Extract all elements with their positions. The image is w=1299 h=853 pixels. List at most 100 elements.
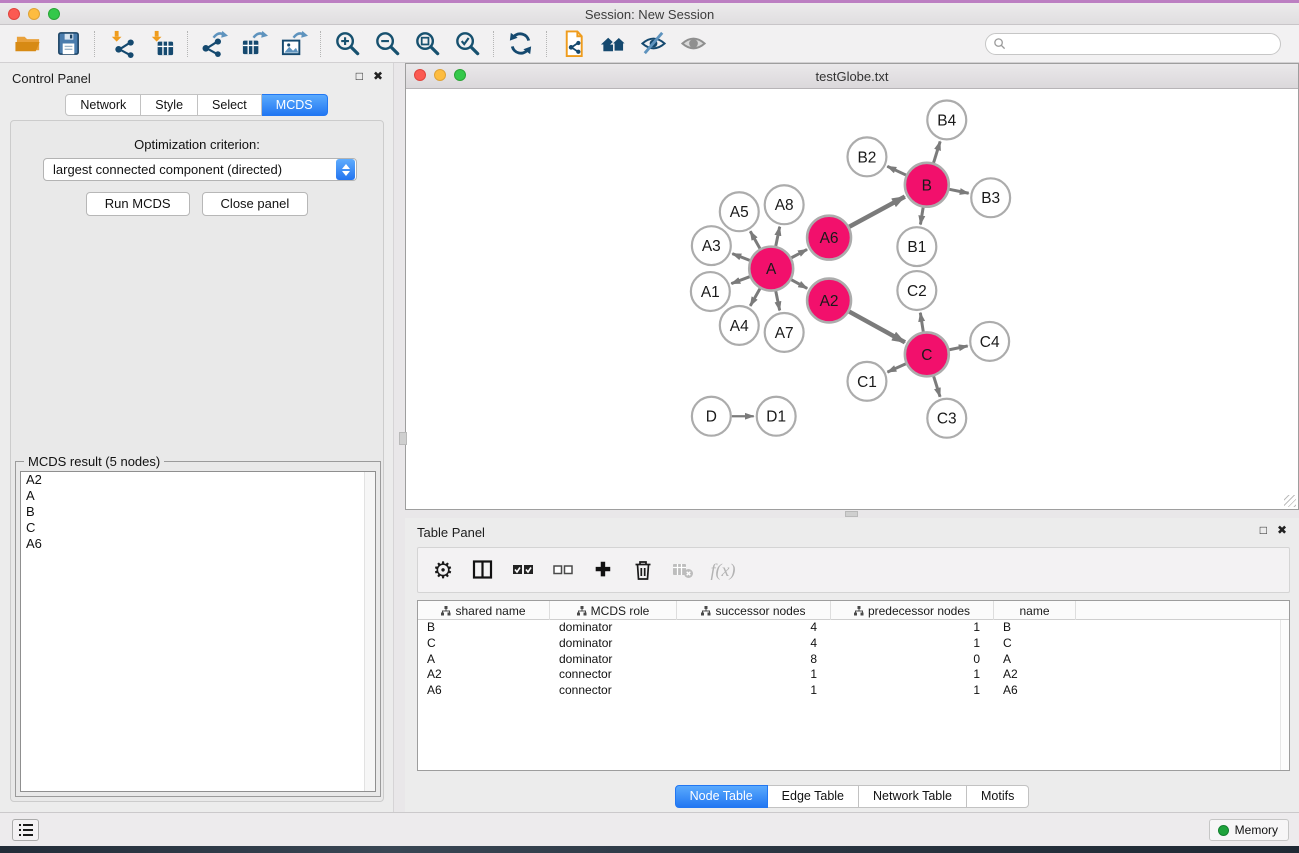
close-panel-icon[interactable]: ✖ xyxy=(1277,523,1287,537)
tab-network-table[interactable]: Network Table xyxy=(859,785,967,808)
float-panel-icon[interactable]: □ xyxy=(1260,523,1267,537)
add-column-button[interactable]: ✚ xyxy=(590,557,616,583)
graph-node-A5[interactable]: A5 xyxy=(720,192,759,231)
network-horizontal-scrollbar[interactable] xyxy=(845,511,858,517)
graph-node-A7[interactable]: A7 xyxy=(765,313,804,352)
table-row[interactable]: Bdominator41B xyxy=(418,620,1289,636)
column-header-name[interactable]: name xyxy=(994,601,1076,620)
graph-node-B1[interactable]: B1 xyxy=(897,227,936,266)
mcds-result-item[interactable]: A6 xyxy=(21,536,375,552)
mcds-list-scrollbar[interactable] xyxy=(364,472,375,791)
criterion-dropdown[interactable]: largest connected component (directed) xyxy=(43,158,357,181)
graph-node-C3[interactable]: C3 xyxy=(927,399,966,438)
graph-edge[interactable] xyxy=(949,189,968,193)
open-file-button[interactable] xyxy=(8,28,48,60)
mcds-result-list[interactable]: A2ABCA6 xyxy=(20,471,376,792)
graph-node-D[interactable]: D xyxy=(692,397,731,436)
float-panel-icon[interactable]: □ xyxy=(356,69,363,83)
delete-column-button[interactable] xyxy=(630,557,656,583)
tab-style[interactable]: Style xyxy=(141,94,198,116)
graph-node-A[interactable]: A xyxy=(749,247,793,291)
search-input[interactable] xyxy=(1006,35,1280,53)
mcds-result-item[interactable]: B xyxy=(21,504,375,520)
share-document-button[interactable] xyxy=(553,28,593,60)
graph-edge[interactable] xyxy=(776,291,780,310)
hide-view-button[interactable] xyxy=(633,28,673,60)
graph-node-B3[interactable]: B3 xyxy=(971,178,1010,217)
network-window-titlebar[interactable]: testGlobe.txt xyxy=(406,64,1298,89)
close-panel-button[interactable]: Close panel xyxy=(202,192,309,216)
mcds-result-item[interactable]: A xyxy=(21,488,375,504)
export-table-button[interactable] xyxy=(234,28,274,60)
zoom-in-button[interactable] xyxy=(327,28,367,60)
graph-edge[interactable] xyxy=(731,277,749,284)
graph-edge[interactable] xyxy=(887,364,905,372)
graph-edge[interactable] xyxy=(776,227,780,246)
zoom-out-button[interactable] xyxy=(367,28,407,60)
home-network-button[interactable] xyxy=(593,28,633,60)
graph-edge[interactable] xyxy=(849,312,905,343)
tab-node-table[interactable]: Node Table xyxy=(675,785,768,808)
table-scrollbar[interactable] xyxy=(1280,620,1289,770)
table-row[interactable]: A6connector11A6 xyxy=(418,683,1289,699)
zoom-selected-button[interactable] xyxy=(447,28,487,60)
table-settings-button[interactable]: ⚙ xyxy=(430,557,456,583)
tab-network[interactable]: Network xyxy=(65,94,141,116)
graph-node-C2[interactable]: C2 xyxy=(897,271,936,310)
network-canvas[interactable]: B4 B2 B B3 B1 A5A8A6 A3 A A1 A2 C2 A4A7 C4 C C1 C3 D D1 xyxy=(406,89,1298,509)
graph-edge[interactable] xyxy=(949,346,967,350)
mcds-result-item[interactable]: C xyxy=(21,520,375,536)
refresh-layout-button[interactable] xyxy=(500,28,540,60)
graph-edge[interactable] xyxy=(920,313,923,332)
graph-node-A6[interactable]: A6 xyxy=(807,216,851,260)
graph-node-B4[interactable]: B4 xyxy=(927,100,966,139)
graph-node-A4[interactable]: A4 xyxy=(720,306,759,345)
graph-node-A2[interactable]: A2 xyxy=(807,279,851,323)
graph-node-A3[interactable]: A3 xyxy=(692,226,731,265)
graph-node-C4[interactable]: C4 xyxy=(970,322,1009,361)
dropdown-stepper-icon[interactable] xyxy=(336,159,355,180)
export-image-button[interactable] xyxy=(274,28,314,60)
search-field[interactable] xyxy=(985,33,1281,55)
tab-edge-table[interactable]: Edge Table xyxy=(768,785,859,808)
graph-edge[interactable] xyxy=(791,280,807,289)
show-view-button[interactable] xyxy=(673,28,713,60)
table-row[interactable]: A2connector11A2 xyxy=(418,667,1289,683)
function-builder-button[interactable]: f(x) xyxy=(710,557,736,583)
graph-node-A1[interactable]: A1 xyxy=(691,272,730,311)
graph-edge[interactable] xyxy=(934,141,941,162)
run-mcds-button[interactable]: Run MCDS xyxy=(86,192,190,216)
select-all-button[interactable] xyxy=(510,557,536,583)
graph-edge[interactable] xyxy=(732,254,749,261)
column-header-predecessor-nodes[interactable]: predecessor nodes xyxy=(831,601,994,620)
tab-mcds[interactable]: MCDS xyxy=(262,94,328,116)
graph-node-C[interactable]: C xyxy=(905,332,949,376)
graph-node-B2[interactable]: B2 xyxy=(848,137,887,176)
graph-edge[interactable] xyxy=(750,231,760,248)
graph-node-B[interactable]: B xyxy=(905,163,949,207)
graph-edge[interactable] xyxy=(934,376,940,397)
graph-edge[interactable] xyxy=(750,289,760,306)
export-network-button[interactable] xyxy=(194,28,234,60)
delete-table-button[interactable] xyxy=(670,557,696,583)
column-header-successor-nodes[interactable]: successor nodes xyxy=(677,601,831,620)
close-panel-icon[interactable]: ✖ xyxy=(373,69,383,83)
tab-motifs[interactable]: Motifs xyxy=(967,785,1029,808)
zoom-fit-button[interactable] xyxy=(407,28,447,60)
graph-node-D1[interactable]: D1 xyxy=(757,397,796,436)
tab-select[interactable]: Select xyxy=(198,94,262,116)
save-session-button[interactable] xyxy=(48,28,88,60)
deselect-all-button[interactable] xyxy=(550,557,576,583)
column-header-MCDS-role[interactable]: MCDS role xyxy=(550,601,677,620)
graph-node-A8[interactable]: A8 xyxy=(765,185,804,224)
resize-grip[interactable] xyxy=(1284,495,1296,507)
graph-edge[interactable] xyxy=(887,166,906,175)
graph-node-C1[interactable]: C1 xyxy=(848,362,887,401)
graph-edge[interactable] xyxy=(791,249,807,257)
column-header-shared-name[interactable]: shared name xyxy=(418,601,550,620)
import-table-button[interactable] xyxy=(141,28,181,60)
table-row[interactable]: Adominator80A xyxy=(418,652,1289,668)
graph-edge[interactable] xyxy=(849,197,905,227)
import-network-button[interactable] xyxy=(101,28,141,60)
graph-edge[interactable] xyxy=(920,207,923,224)
